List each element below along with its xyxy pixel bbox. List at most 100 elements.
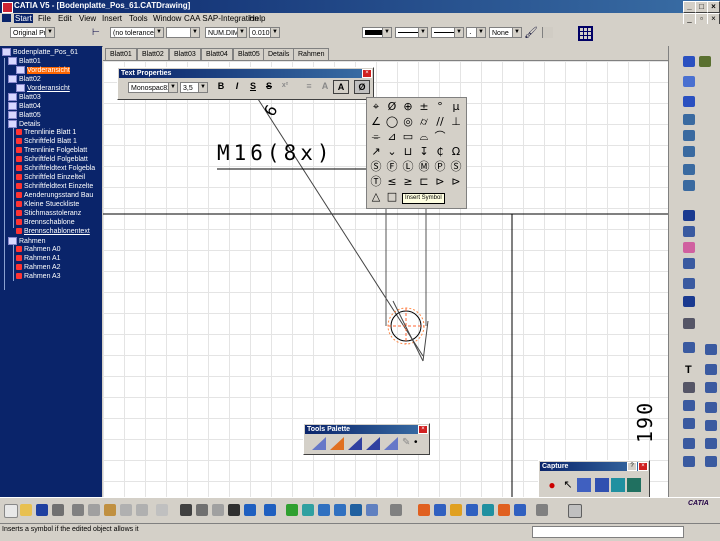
select-icon[interactable] [683, 56, 695, 67]
table-icon[interactable] [683, 382, 695, 393]
chevron-down-icon[interactable]: ▼ [168, 83, 177, 92]
tree-item-vorderansicht-1[interactable]: Vorderansicht [16, 66, 70, 75]
formula-icon[interactable] [180, 504, 192, 516]
album-icon[interactable] [611, 478, 625, 492]
symbol-button[interactable]: ∠ [369, 115, 383, 129]
symbol-button[interactable]: ⊏ [417, 175, 431, 189]
dimension-icon[interactable]: ⊢ [92, 27, 104, 39]
chevron-down-icon[interactable]: ▼ [190, 28, 199, 37]
thickness-select[interactable]: ▼ [431, 27, 464, 38]
pan-icon[interactable] [302, 504, 314, 516]
catia-app-icon[interactable] [2, 2, 13, 13]
font-select[interactable]: Monospac821 ▼ [128, 82, 178, 93]
dimension-sym-icon[interactable] [705, 456, 717, 467]
close-icon[interactable]: × [418, 425, 428, 434]
tree-item-blatt02[interactable]: Blatt02 [8, 75, 41, 84]
projection-icon[interactable] [683, 114, 695, 125]
menu-help[interactable]: Help [249, 14, 265, 23]
align-left-icon[interactable]: ≡ [302, 80, 316, 92]
symbol-button[interactable]: Ⓢ [369, 160, 383, 174]
pencil-icon[interactable]: ✎ [402, 437, 412, 450]
menu-file[interactable]: File [38, 14, 51, 23]
menu-window[interactable]: Window [153, 14, 181, 23]
tree-item-detail[interactable]: Trennlinie Blatt 1 [16, 129, 76, 137]
tree-item-detail[interactable]: Kleine Stueckliste [16, 201, 79, 209]
sheet-icon[interactable] [683, 76, 695, 87]
position-icon[interactable] [536, 504, 548, 516]
tool-icon[interactable] [312, 437, 326, 450]
normal-view-icon[interactable] [350, 504, 362, 516]
tree-item-detail[interactable]: Schriftfeld Einzelteil [16, 174, 85, 182]
painter-icon[interactable]: 🖌 [524, 26, 538, 39]
arrow-icon[interactable] [683, 438, 695, 449]
text-icon[interactable]: T [685, 364, 692, 376]
point-style-select[interactable]: · ▼ [466, 27, 486, 38]
tab-rahmen[interactable]: Rahmen [293, 48, 330, 60]
chevron-down-icon[interactable]: ▼ [270, 28, 279, 37]
chevron-down-icon[interactable]: ▼ [237, 28, 246, 37]
eraser-icon[interactable] [568, 504, 582, 518]
symbol-button[interactable]: Ⓢ [449, 160, 463, 174]
tree-item-detail[interactable]: Aenderungsstand Bau [16, 192, 93, 200]
symbol-button[interactable]: ⌖ [369, 100, 383, 114]
command-input[interactable] [532, 526, 684, 538]
save-icon[interactable] [36, 504, 48, 516]
linetype-select[interactable]: ▼ [395, 27, 428, 38]
chevron-down-icon[interactable]: ▼ [418, 28, 427, 37]
select-cursor-icon[interactable]: ↖ [561, 478, 575, 492]
annotation-icon[interactable] [683, 242, 695, 253]
symbol-button[interactable]: ± [417, 100, 431, 114]
tree-item-blatt04[interactable]: Blatt04 [8, 102, 41, 111]
tool-icon[interactable] [330, 437, 344, 450]
circle-icon[interactable] [705, 364, 717, 375]
tab-blatt03[interactable]: Blatt03 [169, 48, 201, 60]
symbol-button[interactable]: ₵ [433, 145, 447, 159]
generate-icon[interactable] [683, 258, 695, 269]
tab-blatt02[interactable]: Blatt02 [137, 48, 169, 60]
tolerance-select[interactable]: (no tolerance) ▼ [110, 27, 164, 38]
pattern-select[interactable]: None ▼ [489, 27, 522, 38]
symbol-tool-icon[interactable] [683, 400, 695, 411]
symbol-button[interactable]: Ⓛ [401, 160, 415, 174]
redo-icon[interactable] [136, 504, 148, 516]
tab-blatt01[interactable]: Blatt01 [105, 48, 137, 60]
tree-item-rahmen-a1[interactable]: Rahmen A1 [16, 255, 61, 263]
font-size-select[interactable]: 3,5 ▼ [180, 82, 208, 93]
tool-icon[interactable] [366, 437, 380, 450]
broken-view-icon[interactable] [683, 180, 695, 191]
close-icon[interactable]: × [362, 69, 372, 78]
view-icon[interactable] [683, 96, 695, 107]
dress-up-icon[interactable] [683, 342, 695, 353]
symbol-button[interactable]: Ⓟ [433, 160, 447, 174]
tool-icon[interactable] [384, 437, 398, 450]
dimension-tool-icon[interactable] [683, 226, 695, 237]
hide-show-icon[interactable] [366, 504, 378, 516]
symbol-button[interactable]: △ [369, 190, 383, 204]
fit-all-icon[interactable] [286, 504, 298, 516]
symbol-button[interactable]: Ⓜ [417, 160, 431, 174]
symbol-button[interactable]: ⌭ [417, 115, 431, 129]
tab-details[interactable]: Details [263, 48, 295, 60]
symbol-button[interactable]: ≤ [385, 175, 399, 189]
symbol-button[interactable]: ⊔ [401, 145, 415, 159]
text-tool-icon[interactable] [683, 318, 695, 329]
symbol-button[interactable]: Ⓣ [369, 175, 383, 189]
cut-icon[interactable] [72, 504, 84, 516]
dim-format-select[interactable]: NUM.DIMM ▼ [205, 27, 247, 38]
tree-item-rahmen-a2[interactable]: Rahmen A2 [16, 264, 61, 272]
dot-icon[interactable]: • [414, 437, 424, 450]
new-icon[interactable] [4, 504, 18, 518]
symbol-button[interactable]: ▭ [401, 130, 415, 144]
close-button[interactable]: × [707, 1, 720, 13]
thread-icon[interactable] [683, 296, 695, 307]
design-table-icon[interactable] [212, 504, 224, 516]
chevron-down-icon[interactable]: ▼ [476, 28, 485, 37]
doc-icon[interactable] [2, 14, 11, 22]
menu-insert[interactable]: Insert [102, 14, 122, 23]
symbol-button[interactable]: ⌓ [417, 130, 431, 144]
filter-icon[interactable] [466, 504, 478, 516]
camera-icon[interactable] [595, 478, 609, 492]
color-select[interactable]: ▼ [362, 27, 392, 38]
menu-caa-sap[interactable]: CAA SAP-Integration [184, 14, 259, 23]
symbol-button[interactable]: ⌯ [369, 130, 383, 144]
